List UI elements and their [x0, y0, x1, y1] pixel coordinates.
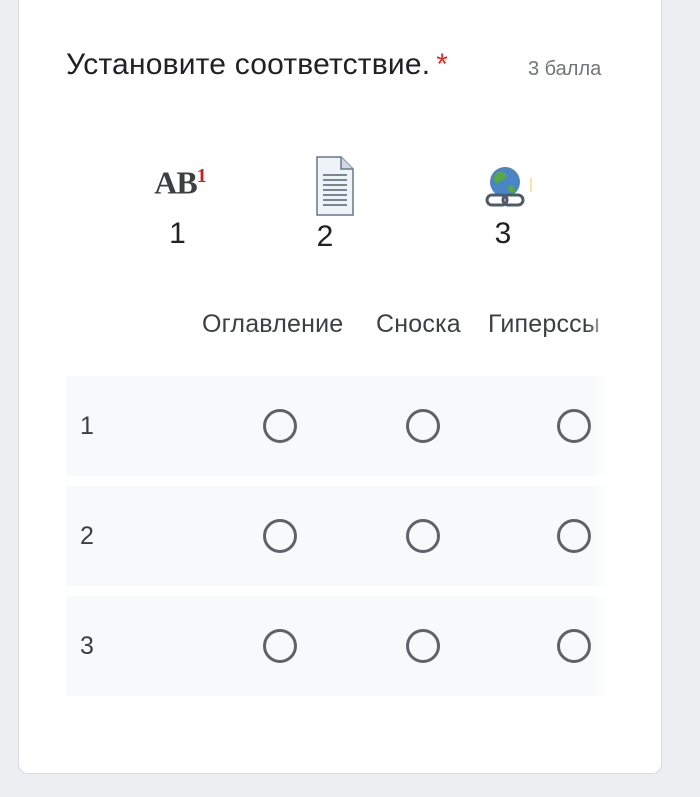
points-label: 3 балла	[528, 58, 602, 80]
row-overflow-fade	[589, 376, 611, 476]
radio-row1-footnote[interactable]	[406, 409, 440, 443]
image-label-3: 3	[494, 217, 512, 250]
image-item-1: AB1 1	[140, 160, 220, 249]
image-label-1: 1	[169, 216, 186, 250]
radio-row2-toc[interactable]	[263, 519, 297, 553]
radio-row3-toc[interactable]	[263, 629, 297, 663]
image-item-3: 3	[478, 162, 538, 249]
radio-row2-hyperlink[interactable]	[557, 519, 591, 553]
row-label: 2	[80, 522, 94, 550]
grid-column-headers: Оглавление Сноска Гиперссы	[0, 310, 610, 342]
column-header-toc: Оглавление	[202, 310, 344, 338]
radio-row2-footnote[interactable]	[406, 519, 440, 553]
required-asterisk: *	[436, 48, 449, 81]
grid-row-3: 3	[66, 596, 611, 696]
grid-row-2: 2	[66, 486, 611, 586]
globe-link-icon	[478, 162, 538, 219]
choice-grid: 1 2 3	[66, 376, 611, 698]
row-label: 1	[80, 412, 94, 440]
row-overflow-fade	[589, 596, 611, 696]
grid-row-1: 1	[66, 376, 611, 476]
question-title: Установите соответствие. *	[66, 48, 449, 81]
row-label: 3	[80, 632, 94, 660]
radio-row1-toc[interactable]	[263, 409, 297, 443]
image-label-2: 2	[316, 220, 334, 253]
footnote-ab1-icon: AB1	[154, 164, 206, 201]
image-item-2: 2	[302, 155, 364, 252]
row-overflow-fade	[589, 486, 611, 586]
column-header-footnote: Сноска	[376, 310, 461, 338]
overflow-fade	[588, 310, 610, 342]
radio-row3-footnote[interactable]	[406, 629, 440, 663]
column-header-hyperlink: Гиперссы	[488, 310, 601, 338]
radio-row1-hyperlink[interactable]	[557, 409, 591, 443]
document-icon	[302, 155, 364, 222]
radio-row3-hyperlink[interactable]	[557, 629, 591, 663]
